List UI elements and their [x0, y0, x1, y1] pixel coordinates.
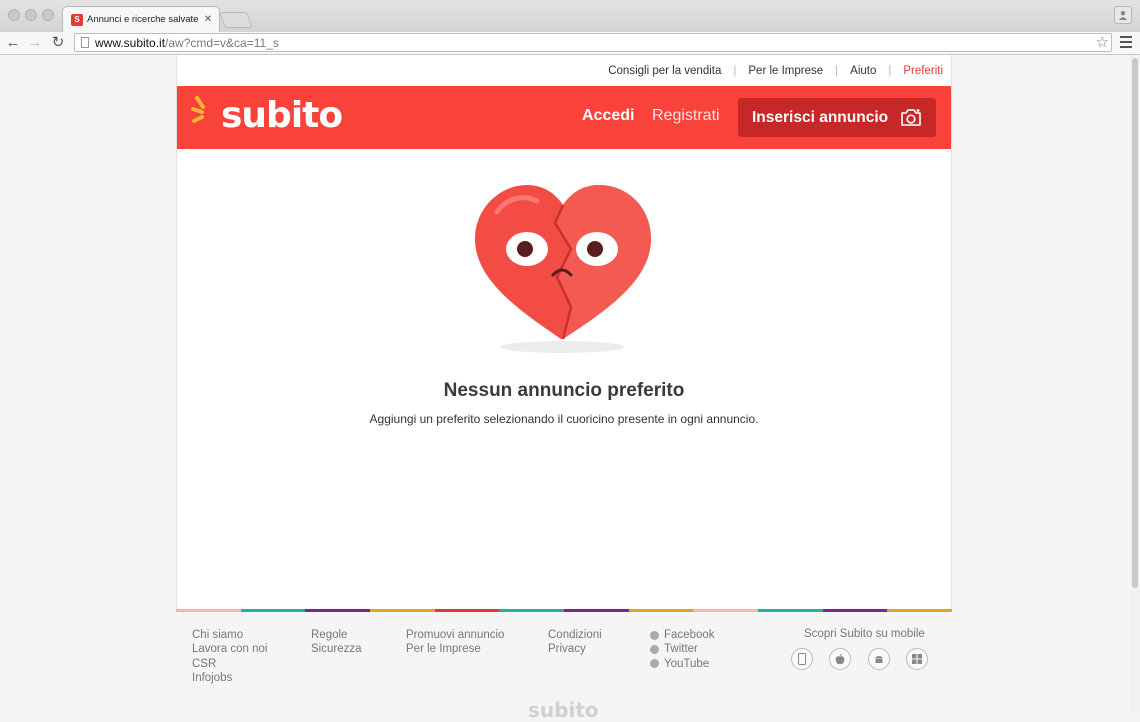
facebook-icon	[650, 630, 659, 640]
footer-col-social: Facebook Twitter YouTube	[650, 628, 715, 671]
android-icon	[875, 655, 883, 663]
url-host: www.subito.it	[95, 35, 166, 50]
page-scrollbar[interactable]	[1130, 55, 1140, 713]
footer-link-rules[interactable]: Regole	[311, 628, 362, 642]
reload-icon[interactable]: ↻	[49, 34, 67, 52]
bookmark-star-icon[interactable]: ☆	[1096, 34, 1109, 51]
footer-link-facebook[interactable]: Facebook	[650, 628, 715, 642]
scrollbar-thumb[interactable]	[1132, 58, 1138, 588]
subito-favicon-icon: S	[71, 13, 83, 26]
empty-state-title: Nessun annuncio preferito	[443, 380, 685, 401]
footer-col-promote: Promuovi annuncio Per le Imprese	[406, 628, 504, 657]
footer-link-careers[interactable]: Lavora con noi	[192, 642, 267, 656]
register-link[interactable]: Registrati	[652, 107, 720, 125]
back-arrow-icon[interactable]: ←	[4, 34, 22, 52]
subito-logo[interactable]: subito	[191, 94, 343, 140]
url-path: /aw?cmd=v&ca=11_s	[165, 35, 279, 50]
window-minimize-button[interactable]	[25, 9, 37, 21]
forward-arrow-icon[interactable]: →	[26, 34, 44, 52]
footer-link-terms[interactable]: Condizioni	[548, 628, 602, 642]
browser-menu-icon[interactable]	[1120, 36, 1132, 51]
footer-link-csr[interactable]: CSR	[192, 657, 267, 671]
footer-link-safety[interactable]: Sicurezza	[311, 642, 362, 656]
android-app-button[interactable]	[868, 648, 890, 670]
browser-toolbar: ← → ↻ www.subito.it/aw?cmd=v&ca=11_s ☆	[0, 32, 1140, 55]
twitter-icon	[650, 644, 659, 654]
footer-col-legal: Condizioni Privacy	[548, 628, 602, 657]
site-footer: Chi siamo Lavora con noi CSR Infojobs Re…	[176, 612, 952, 722]
youtube-icon	[650, 659, 659, 669]
footer-link-infojobs[interactable]: Infojobs	[192, 671, 267, 685]
footer-link-about[interactable]: Chi siamo	[192, 628, 267, 642]
footer-link-business[interactable]: Per le Imprese	[406, 642, 504, 656]
apple-icon	[835, 653, 845, 664]
footer-link-promote-ad[interactable]: Promuovi annuncio	[406, 628, 504, 642]
toplink-help[interactable]: Aiuto	[850, 65, 876, 77]
footer-col-company: Chi siamo Lavora con noi CSR Infojobs	[192, 628, 267, 685]
page-icon	[81, 37, 89, 48]
broken-heart-illustration	[467, 177, 657, 357]
profile-icon[interactable]	[1114, 6, 1132, 24]
browser-tab[interactable]: S Annunci e ricerche salvate ✕	[62, 6, 220, 32]
page-content: Consigli per la vendita | Per le Imprese…	[176, 55, 952, 612]
footer-link-privacy[interactable]: Privacy	[548, 642, 602, 656]
mobile-apps-title: Scopri Subito su mobile	[804, 628, 925, 640]
toplink-seller-tips[interactable]: Consigli per la vendita	[608, 65, 721, 77]
ios-app-button[interactable]	[829, 648, 851, 670]
browser-tab-bar: S Annunci e ricerche salvate ✕	[0, 0, 1140, 32]
tab-close-icon[interactable]: ✕	[203, 14, 213, 25]
footer-col-rules: Regole Sicurezza	[311, 628, 362, 657]
empty-state-subtitle: Aggiungi un preferito selezionando il cu…	[369, 412, 759, 426]
top-links: Consigli per la vendita | Per le Imprese…	[608, 65, 943, 77]
address-bar[interactable]: www.subito.it/aw?cmd=v&ca=11_s ☆	[74, 33, 1112, 52]
footer-logo: subito	[528, 698, 599, 722]
broken-heart-icon	[475, 185, 651, 353]
post-ad-button[interactable]: Inserisci annuncio	[738, 98, 936, 137]
windows-icon	[912, 654, 922, 664]
mobile-site-button[interactable]	[791, 648, 813, 670]
toplink-business[interactable]: Per le Imprese	[748, 65, 823, 77]
new-tab-button[interactable]	[219, 12, 253, 28]
footer-link-youtube[interactable]: YouTube	[650, 657, 715, 671]
site-header: subito Accedi Registrati Inserisci annun…	[177, 86, 951, 149]
smartphone-icon	[798, 653, 806, 665]
login-link[interactable]: Accedi	[582, 107, 634, 125]
toplink-favorites[interactable]: Preferiti	[903, 65, 943, 77]
sun-rays-icon	[191, 96, 205, 123]
window-close-button[interactable]	[8, 9, 20, 21]
window-zoom-button[interactable]	[42, 9, 54, 21]
footer-link-twitter[interactable]: Twitter	[650, 642, 715, 656]
camera-icon	[901, 109, 921, 126]
windows-app-button[interactable]	[906, 648, 928, 670]
tab-title: Annunci e ricerche salvate	[87, 14, 199, 25]
